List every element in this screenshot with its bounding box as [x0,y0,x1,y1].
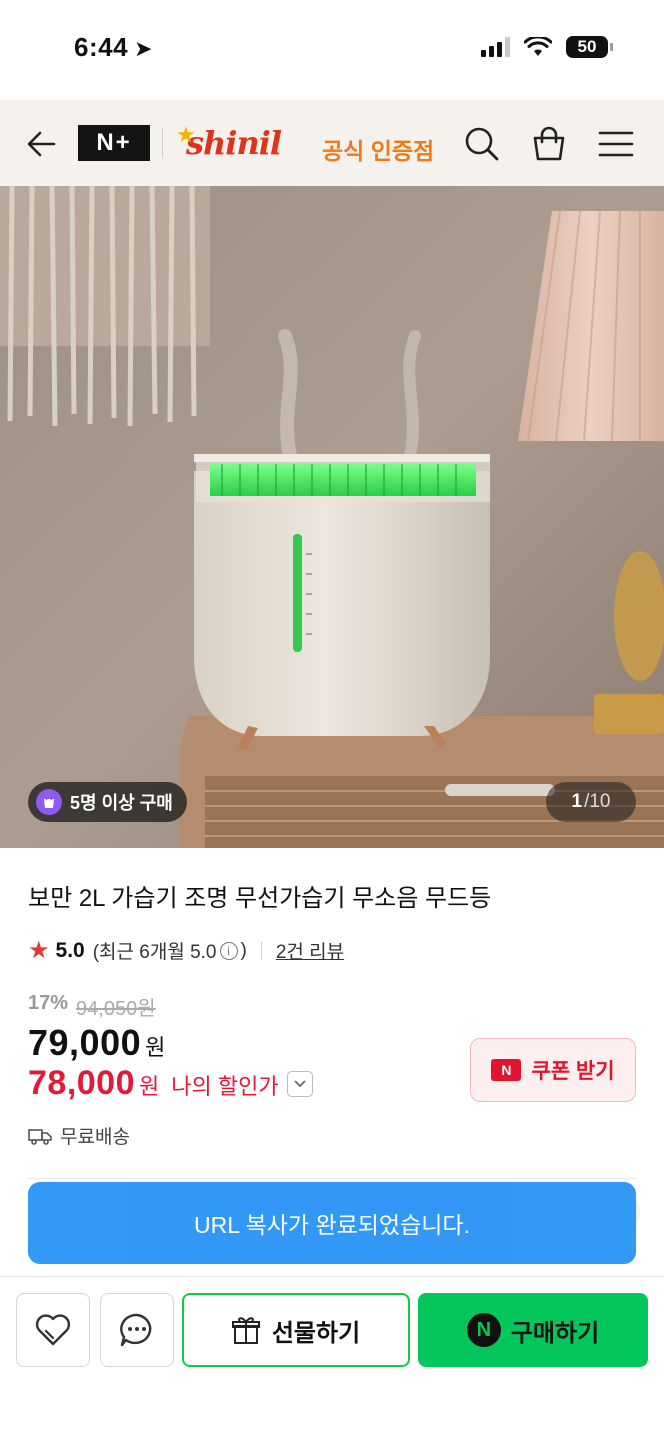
reviews-link[interactable]: 2건 리뷰 [276,937,344,964]
status-bar: 6:44 ➤ 50 [0,0,664,100]
my-sale-currency: 원 [139,1074,160,1099]
chat-bubble-icon [120,1313,152,1347]
total-images: /10 [584,791,611,812]
gift-label: 선물하기 [271,1319,361,1347]
gift-icon [231,1317,260,1344]
product-photo-humidifier [0,186,664,848]
back-arrow-icon[interactable] [22,124,62,164]
buyers-count-badge: 5명 이상 구매 [28,782,187,822]
rating-star-icon: ★ [28,937,50,964]
shopping-bag-badge-icon [36,789,62,815]
bottom-action-bar: 선물하기 N 구매하기 [0,1276,664,1440]
cellular-signal-icon [481,37,510,57]
chevron-down-icon[interactable] [286,1070,313,1097]
shopping-bag-icon[interactable] [529,124,569,164]
naver-coupon-icon: N [491,1059,522,1081]
buy-icon-text: N [476,1318,492,1341]
toast-message: URL 복사가 완료되었습니다. [28,1182,636,1264]
my-sale-price-row[interactable]: 78,000 원 나의 할인가 [28,1064,313,1103]
rating-separator [260,941,262,960]
chat-button[interactable] [100,1293,174,1367]
time-text: 6:44 [74,32,129,62]
brand-logo[interactable]: ★ shinil [176,122,282,162]
star-icon: ★ [176,122,196,147]
divider [28,1178,636,1179]
discount-rate: 17% [28,992,69,1014]
product-title: 보만 2L 가습기 조명 무선가습기 무소음 무드등 [28,885,492,912]
location-arrow-icon: ➤ [134,36,153,61]
brand-name: shinil [186,124,282,162]
coupon-button[interactable]: N 쿠폰 받기 [470,1038,636,1102]
battery-icon: 50 [566,36,613,58]
shipping-text: 무료배송 [60,1127,130,1148]
buy-button[interactable]: N 구매하기 [418,1293,648,1367]
menu-icon[interactable] [596,124,636,164]
original-price: 94,050원 [76,998,156,1020]
sale-price: 79,000 [28,1022,142,1063]
nplus-logo[interactable]: N+ [78,125,150,161]
heart-icon [35,1314,71,1346]
search-icon[interactable] [462,124,502,164]
shipping-info: 무료배송 [28,1122,130,1149]
header-divider [162,128,163,158]
price-row: 79,000 원 [28,1022,165,1064]
battery-level: 50 [577,37,597,56]
coupon-label: 쿠폰 받기 [531,1060,615,1083]
info-icon[interactable]: i [219,941,238,960]
rating-detail: (최근 6개월 5.0 [92,942,217,963]
status-time: 6:44 ➤ [74,32,153,63]
status-icons: 50 [481,36,613,58]
discount-row: 17% 94,050원 [28,992,156,1021]
wishlist-button[interactable] [16,1293,90,1367]
rating-score: 5.0 [55,938,85,962]
product-image-carousel[interactable]: 5명 이상 구매 1/10 [0,186,664,848]
naver-pay-icon: N [466,1313,501,1347]
coupon-icon-text: N [501,1062,512,1078]
official-store-badge: 공식 인증점 [322,138,435,164]
my-sale-label: 나의 할인가 [171,1074,279,1099]
price-currency: 원 [145,1035,166,1060]
my-sale-price: 78,000 [28,1064,135,1102]
buyers-count-text: 5명 이상 구매 [70,793,173,813]
current-image-index: 1 [571,791,583,812]
toast-text: URL 복사가 완료되었습니다. [194,1212,470,1238]
rating-detail-close: ) [240,939,247,961]
wifi-icon [524,37,552,56]
buy-label: 구매하기 [510,1319,600,1347]
nplus-label: N+ [96,129,132,156]
image-page-counter: 1/10 [546,782,636,822]
app-header: N+ ★ shinil 공식 인증점 [0,100,664,186]
rating-row: ★ 5.0 (최근 6개월 5.0 i ) 2건 리뷰 [28,936,344,965]
gift-button[interactable]: 선물하기 [182,1293,410,1367]
truck-icon [28,1128,52,1145]
